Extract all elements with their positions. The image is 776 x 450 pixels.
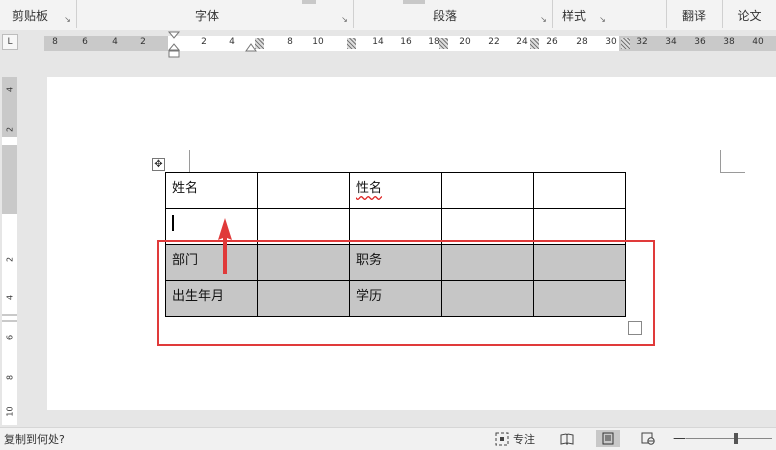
column-marker-icon[interactable] — [530, 38, 539, 49]
crop-mark — [165, 150, 190, 173]
ruler-tick: 40 — [752, 37, 764, 47]
font-launcher-icon[interactable]: ↘ — [340, 15, 349, 24]
crop-mark — [720, 150, 745, 173]
ribbon-group-label: 样式 — [561, 8, 586, 23]
ribbon-group-clipboard[interactable]: 剪贴板 — [0, 0, 60, 30]
ruler-tick: 30 — [605, 37, 617, 47]
zoom-slider[interactable] — [686, 438, 772, 439]
ruler-tick: 2 — [201, 37, 207, 47]
vertical-ruler[interactable]: 4 2 2 4 6 8 10 — [2, 77, 17, 425]
red-arrow-up-icon — [218, 218, 232, 274]
ribbon-group-translate[interactable]: 翻译 — [667, 0, 721, 30]
ruler-tick: 16 — [400, 37, 412, 47]
zoom-out-button[interactable]: — — [673, 430, 686, 447]
table-row: 姓名 性名 — [165, 172, 626, 209]
ribbon-group-label: 翻译 — [681, 8, 706, 23]
focus-icon — [495, 432, 509, 445]
ruler-tick: 14 — [372, 37, 384, 47]
web-layout-button[interactable] — [636, 430, 660, 447]
read-mode-button[interactable] — [555, 430, 579, 447]
zoom-slider-thumb[interactable] — [734, 433, 738, 444]
status-message: 复制到何处? — [4, 433, 65, 446]
ruler-tick: 4 — [5, 294, 15, 301]
ruler-margin-gap — [2, 137, 17, 145]
ruler-tick: 20 — [459, 37, 471, 47]
tab-selector-icon[interactable]: L — [2, 34, 18, 50]
ruler-tick: 4 — [229, 37, 235, 47]
styles-launcher-icon[interactable]: ↘ — [598, 15, 607, 24]
table-cell[interactable] — [441, 172, 534, 209]
ruler-tick: 18 — [428, 37, 440, 47]
table-move-handle-icon[interactable]: ✥ — [152, 158, 165, 171]
web-layout-icon — [641, 432, 655, 445]
ruler-tick: 6 — [5, 334, 15, 341]
ribbon: 剪贴板 ↘ 字体 ↘ 段落 ↘ 样式 ↘ 翻译 论文 — [0, 0, 776, 31]
ruler-tick: 10 — [312, 37, 324, 47]
ruler-tick: 4 — [112, 37, 118, 47]
ruler-tick: 2 — [5, 126, 15, 133]
ruler-tick: 2 — [140, 37, 146, 47]
ruler-tick: 10 — [5, 406, 15, 417]
ruler-tick: 22 — [488, 37, 500, 47]
ruler-tick: 24 — [516, 37, 528, 47]
ruler-tick: 34 — [665, 37, 677, 47]
ribbon-group-label: 字体 — [194, 8, 219, 23]
ruler-tick: 32 — [636, 37, 648, 47]
ribbon-group-font[interactable]: 字体 — [77, 0, 337, 30]
ribbon-group-label: 段落 — [432, 8, 457, 23]
table-cell[interactable] — [533, 172, 626, 209]
ribbon-group-label: 论文 — [737, 8, 762, 23]
ruler-tick: 38 — [723, 37, 735, 47]
table-cell[interactable]: 姓名 — [165, 172, 258, 209]
print-layout-button[interactable] — [596, 430, 620, 447]
right-indent-icon[interactable] — [245, 42, 257, 52]
text-cursor — [172, 215, 174, 231]
page-icon — [602, 432, 614, 445]
ruler-tick: 8 — [52, 37, 58, 47]
clipboard-launcher-icon[interactable]: ↘ — [63, 15, 72, 24]
focus-label: 专注 — [513, 432, 535, 446]
ruler-gap — [2, 316, 17, 320]
ruler-tick: 8 — [287, 37, 293, 47]
cell-text: 姓名 — [172, 181, 199, 196]
ribbon-group-label: 剪贴板 — [11, 8, 48, 23]
horizontal-ruler[interactable]: 8 6 4 2 2 4 8 10 14 16 18 20 22 24 26 28… — [44, 36, 776, 51]
ruler-tick: 6 — [82, 37, 88, 47]
column-marker-icon[interactable] — [347, 38, 356, 49]
table-cell[interactable] — [257, 172, 350, 209]
column-marker-icon[interactable] — [621, 38, 630, 49]
focus-mode-button[interactable]: 专注 — [495, 430, 535, 447]
ribbon-group-thesis[interactable]: 论文 — [723, 0, 776, 30]
ruler-tick: 36 — [694, 37, 706, 47]
ruler-tick: 2 — [5, 256, 15, 263]
document-page[interactable]: ✥ 姓名 性名 部门 职务 出生年月 学历 — [47, 77, 776, 410]
indent-markers-icon[interactable] — [167, 31, 181, 59]
cell-text: 性名 — [356, 181, 383, 196]
ruler-tick: 8 — [5, 374, 15, 381]
book-icon — [560, 432, 574, 445]
ribbon-group-paragraph[interactable]: 段落 — [354, 0, 536, 30]
table-cell[interactable]: 性名 — [349, 172, 442, 209]
paragraph-launcher-icon[interactable]: ↘ — [539, 15, 548, 24]
ruler-tick: 28 — [576, 37, 588, 47]
ruler-tick: 26 — [546, 37, 558, 47]
status-bar: 复制到何处? 专注 — — [0, 427, 776, 450]
ruler-tick: 4 — [5, 86, 15, 93]
ribbon-group-styles[interactable]: 样式 — [553, 0, 595, 30]
column-marker-icon[interactable] — [439, 38, 448, 49]
